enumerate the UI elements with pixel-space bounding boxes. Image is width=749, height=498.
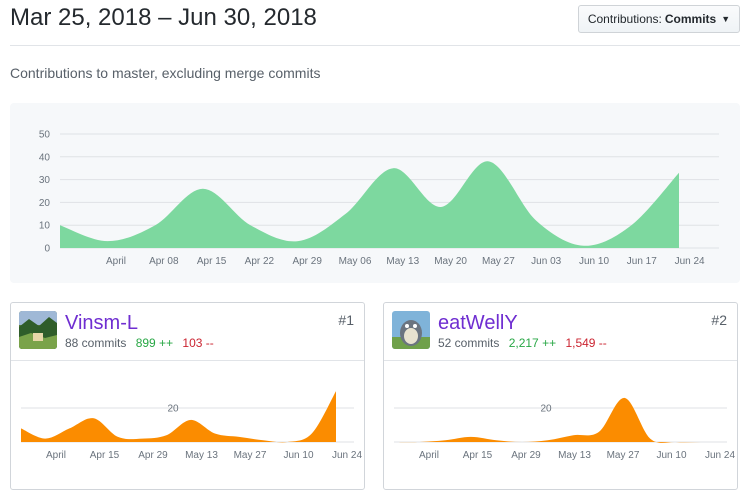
x-tick-label: April	[46, 450, 66, 461]
x-tick-label: April	[419, 450, 439, 461]
y-tick-label: 0	[44, 244, 50, 255]
y-tick-label: 50	[39, 130, 51, 141]
y-tick-label: 30	[39, 175, 51, 186]
y-tick-label: 10	[39, 221, 51, 232]
y-tick-label: 40	[39, 152, 51, 163]
contributor-header: eatWellY 52 commits 2,217 ++ 1,549 -- #2	[384, 303, 737, 361]
contributions-dropdown-button[interactable]: Contributions: Commits ▼	[578, 5, 740, 33]
x-tick-label: Apr 29	[511, 450, 541, 461]
contributions-label: Contributions:	[587, 12, 662, 26]
contributor-stats: 88 commits 899 ++ 103 --	[65, 336, 214, 350]
series-area	[60, 161, 679, 248]
contributor-chart: 20 April Apr 15 Apr 29 May 13 May 27 Jun 10 Jun…	[384, 360, 737, 489]
x-tick-label: Jun 24	[705, 450, 735, 461]
contributor-chart-svg: 20 April Apr 15 Apr 29 May 13 May 27 Jun 10 Jun…	[21, 391, 362, 461]
deletions-count: 103 --	[182, 336, 214, 350]
rank-badge: #1	[338, 312, 354, 328]
x-tick-label: Jun 17	[627, 256, 657, 267]
deletions-count: 1,549 --	[565, 336, 607, 350]
series-area	[21, 391, 336, 443]
contributor-name-link[interactable]: Vinsm-L	[65, 312, 138, 335]
main-contributions-chart: 0 10 20 30 40 50 April Apr 08 Apr 15 Apr 22 Apr 29…	[10, 103, 740, 283]
x-tick-label: Apr 08	[149, 256, 179, 267]
x-tick-label: Apr 15	[197, 256, 227, 267]
subtitle: Contributions to master, excluding merge…	[10, 65, 321, 81]
commit-count: 88 commits	[65, 336, 127, 350]
additions-count: 2,217 ++	[508, 336, 557, 350]
caret-down-icon: ▼	[721, 14, 731, 24]
x-tick-label: Jun 24	[332, 450, 362, 461]
y-tick-label: 20	[167, 404, 179, 415]
x-tick-label: Jun 24	[675, 256, 705, 267]
x-tick-label: Apr 29	[292, 256, 322, 267]
contributor-stats: 52 commits 2,217 ++ 1,549 --	[438, 336, 607, 350]
contributor-chart: 20 April Apr 15 Apr 29 May 13 May 27 Jun 10 Jun…	[11, 360, 364, 489]
contributor-chart-svg: 20 April Apr 15 Apr 29 May 13 May 27 Jun 10 Jun…	[394, 397, 735, 461]
x-tick-label: Jun 10	[579, 256, 609, 267]
x-tick-label: May 27	[234, 450, 267, 461]
x-tick-label: Apr 29	[138, 450, 168, 461]
main-chart-svg: 0 10 20 30 40 50 April Apr 08 Apr 15 Apr 22 Apr 29…	[39, 130, 719, 267]
additions-count: 899 ++	[135, 336, 174, 350]
avatar-image-landscape	[19, 311, 57, 349]
avatar-image-character	[392, 311, 430, 349]
x-tick-label: May 13	[185, 450, 218, 461]
date-range-title: Mar 25, 2018 – Jun 30, 2018	[10, 4, 317, 31]
x-tick-label: Apr 15	[463, 450, 493, 461]
contributor-header: Vinsm-L 88 commits 899 ++ 103 -- #1	[11, 303, 364, 361]
avatar[interactable]	[19, 311, 57, 349]
x-tick-label: May 27	[607, 450, 640, 461]
avatar[interactable]	[392, 311, 430, 349]
x-tick-label: Jun 10	[656, 450, 686, 461]
x-tick-label: May 06	[339, 256, 372, 267]
y-tick-label: 20	[39, 198, 51, 209]
x-tick-label: Apr 22	[245, 256, 275, 267]
x-tick-label: May 20	[434, 256, 467, 267]
x-tick-label: May 13	[558, 450, 591, 461]
x-tick-label: April	[106, 256, 126, 267]
y-tick-label: 20	[540, 404, 552, 415]
x-tick-label: Jun 10	[283, 450, 313, 461]
rank-badge: #2	[711, 312, 727, 328]
contributor-card-1: Vinsm-L 88 commits 899 ++ 103 -- #1 20 Ap…	[10, 302, 365, 490]
commit-count: 52 commits	[438, 336, 500, 350]
contributor-name-link[interactable]: eatWellY	[438, 312, 518, 335]
x-tick-label: Apr 15	[90, 450, 120, 461]
x-tick-label: May 27	[482, 256, 515, 267]
x-tick-label: Jun 03	[531, 256, 561, 267]
series-area	[394, 397, 727, 443]
contributions-value: Commits	[664, 12, 717, 26]
x-tick-label: May 13	[386, 256, 419, 267]
divider	[10, 45, 740, 46]
contributor-card-2: eatWellY 52 commits 2,217 ++ 1,549 -- #2…	[383, 302, 738, 490]
